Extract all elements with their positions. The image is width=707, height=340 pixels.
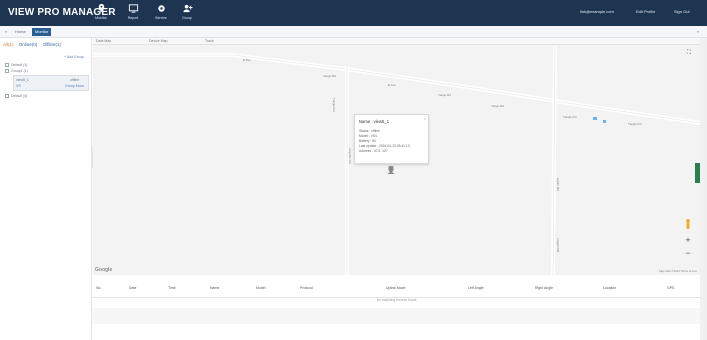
device-list-item[interactable]: view5_1 offline VS Group Move — [13, 75, 89, 91]
nav-label: Service — [155, 16, 167, 20]
column-header[interactable]: GPS — [667, 286, 674, 290]
tab-home[interactable]: Home — [12, 28, 29, 36]
status-filters: All(1) Online(0) Offline(1) — [3, 42, 65, 47]
empty-message: No matching records found — [376, 298, 417, 302]
sign-out-link[interactable]: Sign Out — [674, 9, 690, 14]
road-label: Hanfu Rd — [556, 178, 560, 191]
road-label: Lingshi Rd — [556, 238, 560, 253]
edit-profile-link[interactable]: Edit Profile — [636, 9, 655, 14]
checkbox-icon[interactable] — [5, 94, 9, 99]
checkbox-icon[interactable] — [5, 63, 9, 68]
tree-label: Default (1) — [11, 63, 28, 67]
device-marker-icon[interactable] — [387, 165, 395, 175]
table-footer — [93, 308, 700, 324]
tree-group[interactable]: Default (0) — [5, 94, 28, 99]
device-info-popup: Name : view5_1 Status : offline Model : … — [354, 114, 429, 164]
road-label: Tianjie Rd — [332, 98, 336, 112]
device-sub: VS — [16, 84, 21, 88]
tree-group[interactable]: Group1 (1) — [5, 69, 28, 74]
tab-monitor[interactable]: Monitor — [32, 28, 52, 36]
home-icon[interactable]: « — [2, 28, 10, 36]
scrollbar[interactable] — [700, 38, 707, 340]
user-add-icon — [182, 4, 193, 13]
road-label: Yanjie Rd — [438, 93, 451, 97]
map-tab-data[interactable]: Data Map — [96, 39, 111, 43]
column-header[interactable]: Time — [168, 286, 176, 290]
device-name: view5_1 — [16, 78, 29, 82]
records-table: No. Date Time Name Model Protocol Uplink… — [93, 278, 700, 340]
map-view[interactable]: Data Map Device Map Track E Ave Yanjie R… — [93, 38, 700, 275]
popup-title: Name : view5_1 — [359, 119, 390, 124]
zoom-in-button[interactable]: + — [682, 235, 694, 245]
add-group-link[interactable]: + Add Group — [64, 55, 84, 59]
column-header[interactable]: Location — [603, 286, 616, 290]
close-icon[interactable]: × — [424, 116, 426, 121]
table-header: No. Date Time Name Model Protocol Uplink… — [93, 278, 700, 298]
road-label: Tianjie Rd — [563, 115, 577, 119]
filter-all[interactable]: All(1) — [3, 42, 14, 47]
popup-row: Status : offline — [359, 129, 380, 133]
device-status: offline — [70, 78, 80, 82]
user-email[interactable]: link@example.com — [580, 9, 614, 14]
device-sidebar: All(1) Online(0) Offline(1) + Add Group … — [0, 38, 95, 340]
google-logo: Google — [95, 267, 113, 273]
monitor-icon — [128, 4, 138, 13]
nav-label: Group — [182, 16, 192, 20]
zoom-out-button[interactable]: − — [682, 248, 694, 258]
filter-offline[interactable]: Offline(1) — [43, 42, 61, 47]
popup-row: Last update : 2024-04-13 05:41:13 — [359, 144, 410, 148]
column-header[interactable]: Right Angle — [535, 286, 553, 290]
column-header[interactable]: Uplink Mode — [386, 286, 405, 290]
column-header[interactable]: No. — [96, 286, 101, 290]
group-move-link[interactable]: Group Move — [65, 84, 84, 88]
nav-label: Monitor — [95, 16, 107, 20]
popup-row: Model : VS4 — [359, 134, 377, 138]
gear-icon — [157, 5, 165, 12]
fullscreen-icon[interactable]: ⛶ — [683, 50, 695, 57]
checkbox-icon[interactable] — [5, 69, 9, 74]
filter-online[interactable]: Online(0) — [19, 42, 38, 47]
tree-group[interactable]: Default (1) — [5, 63, 28, 68]
road-label: Yanjie Rd — [491, 104, 504, 108]
road-label: Tianjie Rd — [628, 122, 642, 126]
map-tab-device[interactable]: Device Map — [149, 39, 167, 43]
nav-label: Report — [127, 16, 139, 20]
map-toolbar: Data Map Device Map Track — [93, 38, 700, 45]
map-tab-track[interactable]: Track — [205, 39, 214, 43]
location-pin-icon — [98, 3, 104, 13]
road-label: E Ave — [243, 58, 251, 62]
road-label: Yanjie Rd — [323, 74, 336, 78]
tree-label: Default (0) — [11, 94, 28, 98]
popup-row: Battery : 80 — [359, 139, 376, 143]
road-label: Ling Shi Rd — [348, 148, 352, 164]
road-label: E Ave — [388, 83, 396, 87]
nav-monitor[interactable]: Monitor — [86, 3, 116, 25]
tree-label: Group1 (1) — [11, 69, 28, 73]
expand-icon[interactable]: » — [694, 28, 702, 36]
tab-bar: « Home Monitor » — [0, 26, 707, 38]
column-header[interactable]: Name — [210, 286, 219, 290]
top-bar: VIEW PRO MANAGER Monitor Report Service … — [0, 0, 707, 26]
column-header[interactable]: Model — [256, 286, 266, 290]
column-header[interactable]: Left Angle — [468, 286, 484, 290]
nav-report[interactable]: Report — [118, 3, 148, 25]
column-header[interactable]: Protocol — [300, 286, 313, 290]
column-header[interactable]: Date — [129, 286, 136, 290]
popup-row: Address : 37.5, 127 — [359, 149, 388, 153]
pegman-icon[interactable] — [684, 218, 692, 230]
map-attribution: Map data ©2024 Terms of Use — [659, 269, 697, 273]
nav-group[interactable]: Group — [172, 3, 202, 25]
